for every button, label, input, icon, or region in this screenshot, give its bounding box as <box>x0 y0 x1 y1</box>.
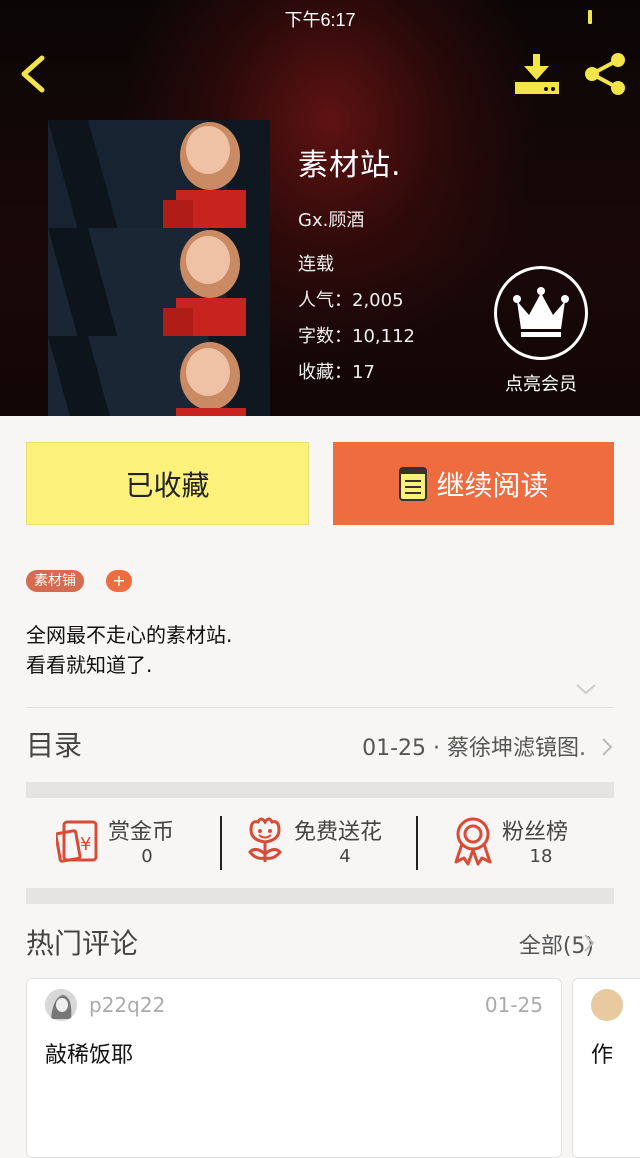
cover-tile <box>48 336 270 416</box>
svg-text:¥: ¥ <box>80 834 91 855</box>
fan-ranking-button[interactable]: 粉丝榜 18 <box>450 810 590 876</box>
collected-button[interactable]: 已收藏 <box>26 442 309 525</box>
comment-card[interactable]: 作 <box>572 978 640 1158</box>
download-icon <box>515 54 559 94</box>
stats-separator <box>416 816 418 870</box>
chevron-left-icon <box>21 55 45 93</box>
collected-label: 已收藏 <box>125 468 210 502</box>
section-divider <box>26 888 614 904</box>
vip-button[interactable] <box>494 266 588 360</box>
book-icon <box>399 466 428 501</box>
avatar[interactable] <box>45 989 77 1021</box>
red-envelope-icon: ¥ <box>56 820 98 863</box>
medal-icon <box>454 817 492 866</box>
section-divider <box>26 782 614 798</box>
battery-icon <box>588 10 592 24</box>
popularity-label: 人气： <box>298 290 352 311</box>
comment-text: 作 <box>591 1043 614 1068</box>
catalog-label: 目录 <box>26 729 83 762</box>
word-count-label: 字数： <box>298 326 352 347</box>
book-author[interactable]: Gx.顾酒 <box>298 206 415 232</box>
popularity-stat: 人气：2,005 <box>298 286 415 312</box>
book-header: 下午6:17 素材站. Gx.顾酒 连载 人气：2,005 字数：10,112 … <box>0 0 640 416</box>
status-time: 下午6:17 <box>284 10 356 30</box>
send-flowers-button[interactable]: 免费送花 4 <box>242 810 402 876</box>
avatar[interactable] <box>591 989 623 1021</box>
add-tag-button[interactable]: + <box>106 570 132 592</box>
tag-chip[interactable]: 素材铺 <box>26 570 84 592</box>
crown-icon <box>513 287 569 337</box>
reward-coins-button[interactable]: ¥ 赏金币 0 <box>56 810 196 876</box>
continue-reading-label: 继续阅读 <box>436 468 549 502</box>
popularity-value: 2,005 <box>352 290 404 311</box>
favorites-value: 17 <box>352 362 375 383</box>
share-icon <box>585 53 625 95</box>
comments-title: 热门评论 <box>26 927 139 960</box>
book-description: 全网最不走心的素材站. 看看就知道了. <box>26 620 232 680</box>
book-status: 连载 <box>298 254 334 275</box>
word-count-stat: 字数：10,112 <box>298 322 415 348</box>
catalog-row[interactable]: 目录 01-25 · 蔡徐坤滤镜图. <box>26 724 614 768</box>
comment-date: 01-25 <box>484 993 543 1017</box>
back-button[interactable] <box>14 52 54 96</box>
favorites-stat: 收藏：17 <box>298 358 415 384</box>
flower-icon <box>248 817 282 862</box>
status-bar: 下午6:17 <box>0 0 640 34</box>
stats-separator <box>220 816 222 870</box>
reward-coins-label: 赏金币 <box>108 820 175 845</box>
latest-chapter: 01-25 · 蔡徐坤滤镜图. <box>362 736 586 761</box>
fan-ranking-label: 粉丝榜 <box>502 820 569 845</box>
send-flowers-value: 4 <box>339 846 351 867</box>
send-flowers-label: 免费送花 <box>294 820 383 845</box>
book-title: 素材站. <box>298 148 402 183</box>
reward-coins-value: 0 <box>141 846 153 867</box>
vip-label[interactable]: 点亮会员 <box>478 370 604 396</box>
chevron-right-icon[interactable] <box>582 932 596 954</box>
chevron-down-icon[interactable] <box>574 682 598 696</box>
comment-username[interactable]: p22q22 <box>89 993 165 1017</box>
share-button[interactable] <box>580 50 630 98</box>
book-info: 素材站. Gx.顾酒 连载 人气：2,005 字数：10,112 收藏：17 <box>298 140 415 384</box>
cover-tile <box>48 120 270 230</box>
download-button[interactable] <box>512 52 562 96</box>
word-count-value: 10,112 <box>352 326 415 347</box>
divider <box>26 707 614 708</box>
book-cover-image[interactable] <box>48 120 270 416</box>
comment-card[interactable]: p22q22 01-25 敲稀饭耶 <box>26 978 562 1158</box>
continue-reading-button[interactable]: 继续阅读 <box>333 442 614 525</box>
description-line: 看看就知道了. <box>26 653 153 677</box>
cover-tile <box>48 228 270 338</box>
comment-text: 敲稀饭耶 <box>45 1043 134 1068</box>
chevron-right-icon <box>602 738 613 756</box>
description-line: 全网最不走心的素材站. <box>26 623 233 647</box>
fan-ranking-value: 18 <box>529 846 553 867</box>
favorites-label: 收藏： <box>298 362 352 383</box>
user-avatar-image <box>45 989 77 1021</box>
